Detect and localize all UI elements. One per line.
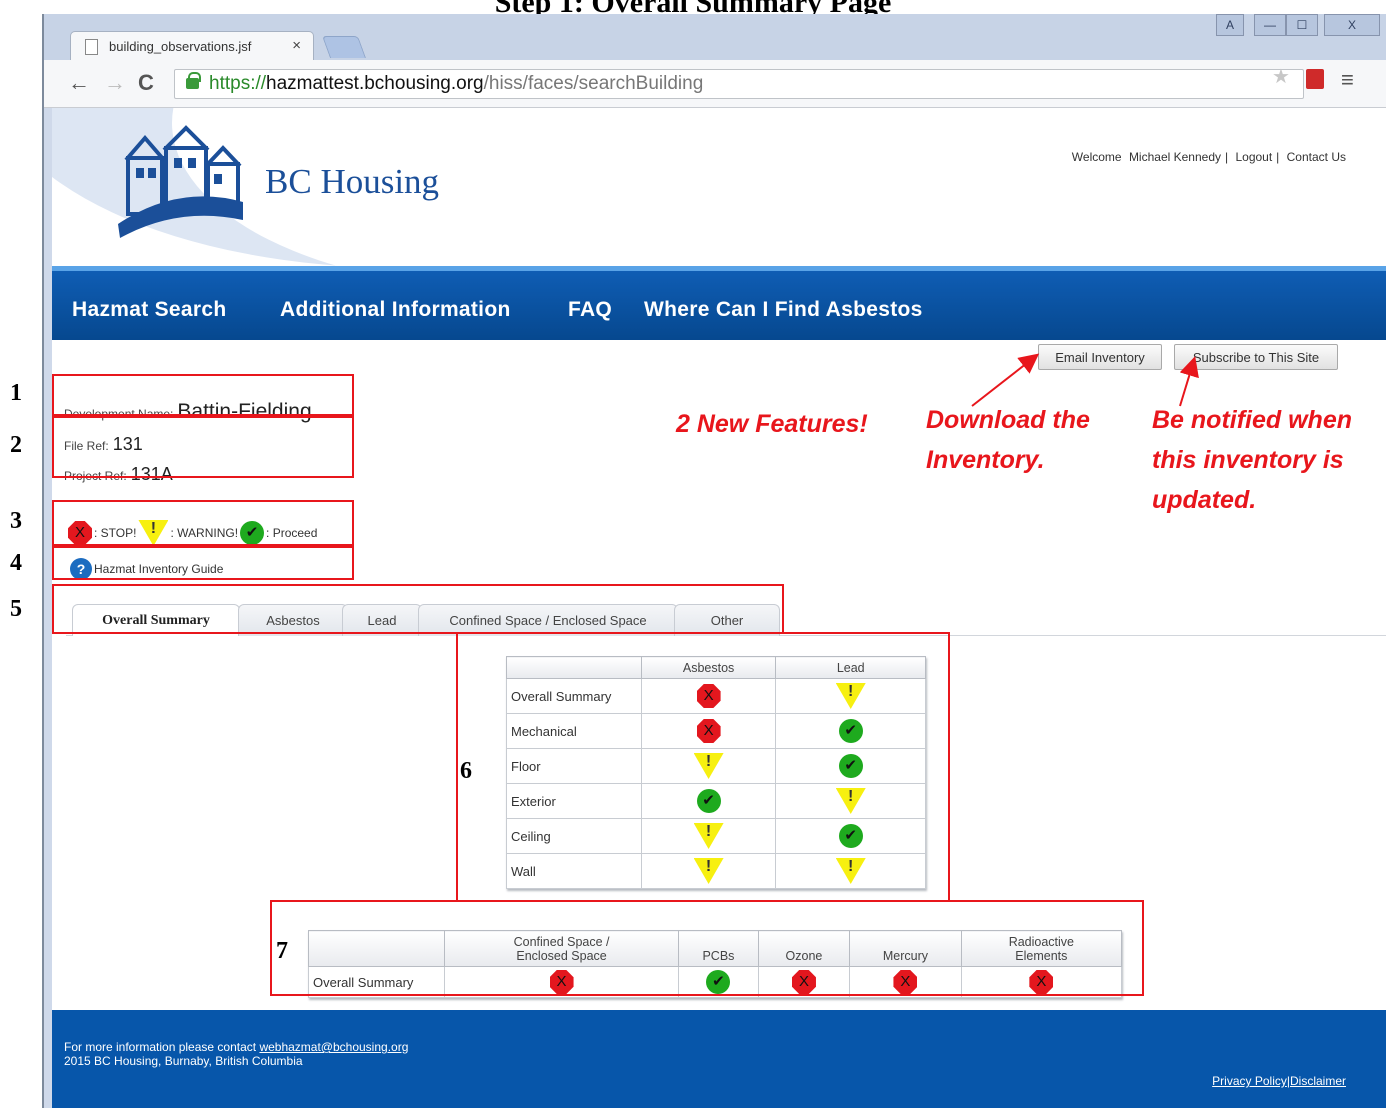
download-callout-line: Inventory. [926,446,1045,474]
annotation-number-1: 1 [10,380,22,406]
pdf-extension-icon[interactable] [1306,69,1324,89]
disclaimer-link[interactable]: Disclaimer [1290,1074,1346,1088]
annotation-box-5 [52,584,784,634]
site-footer: For more information please contact webh… [52,1010,1386,1108]
welcome-label: Welcome [1071,150,1122,164]
notify-callout-line: Be notified when [1152,406,1352,434]
separator: | [1276,150,1280,164]
maximize-button[interactable]: ☐ [1286,14,1318,36]
browser-tab-title: building_observations.jsf [109,39,252,54]
annotation-number-5: 5 [10,596,22,622]
nav-additional-information[interactable]: Additional Information [280,298,511,322]
footer-contact: For more information please contact webh… [64,1040,408,1054]
forward-arrow-icon[interactable]: → [104,72,126,94]
bc-housing-logo-icon[interactable] [108,124,248,244]
notify-callout-line: this inventory is [1152,446,1344,474]
welcome-bar: Welcome Michael Kennedy | Logout | Contact… [1068,150,1346,164]
email-inventory-button[interactable]: Email Inventory [1038,344,1162,370]
address-bar[interactable]: https://hazmattest.bchousing.org/hiss/fa… [174,69,1304,99]
privacy-policy-link[interactable]: Privacy Policy [1212,1074,1287,1088]
browser-tab[interactable]: building_observations.jsf × [70,31,314,61]
user-name: Michael Kennedy [1128,150,1221,164]
user-icon[interactable]: A [1216,14,1244,36]
notify-callout: Be notified when this inventory is updat… [1152,400,1352,520]
bookmark-star-icon[interactable]: ★ [1272,64,1290,89]
annotation-number-4: 4 [10,550,22,576]
annotation-number-6: 6 [460,758,472,784]
footer-contact-text: For more information please contact [64,1040,257,1054]
footer-links: Privacy Policy|Disclaimer [1212,1074,1346,1088]
lock-icon [186,72,201,89]
subscribe-button[interactable]: Subscribe to This Site [1174,344,1338,370]
annotation-number-2: 2 [10,432,22,458]
close-window-button[interactable]: X [1324,14,1380,36]
annotation-box-1 [52,374,354,416]
nav-hazmat-search[interactable]: Hazmat Search [72,298,226,322]
url-path: /hiss/faces/searchBuilding [483,73,704,94]
annotation-box-2 [52,416,354,478]
annotation-box-7 [270,900,1144,996]
document-icon [85,39,98,55]
brand-name: BC Housing [265,162,440,201]
reload-icon[interactable]: C [138,72,154,94]
download-callout-line: Download the [926,406,1090,434]
download-callout: Download the Inventory. [926,400,1090,480]
site-header: BC Housing Welcome Michael Kennedy | Logo… [52,108,1386,266]
url-host: hazmattest.bchousing.org [266,73,484,94]
tab-close-icon[interactable]: × [292,37,301,54]
new-features-callout: 2 New Features! [676,410,868,438]
contact-us-link[interactable]: Contact Us [1287,150,1346,164]
annotation-box-6 [456,632,950,902]
annotation-box-4 [52,546,354,580]
nav-where-asbestos[interactable]: Where Can I Find Asbestos [644,298,923,322]
notify-callout-line: updated. [1152,486,1257,514]
back-arrow-icon[interactable]: ← [68,72,90,94]
nav-faq[interactable]: FAQ [568,298,612,322]
separator: | [1225,150,1229,164]
annotation-number-3: 3 [10,508,22,534]
annotation-number-7: 7 [276,938,288,964]
browser-toolbar: ← → C https://hazmattest.bchousing.org/h… [44,60,1386,108]
main-nav: Hazmat Search Additional Information FAQ… [52,266,1386,340]
footer-email-link[interactable]: webhazmat@bchousing.org [259,1040,408,1054]
logout-link[interactable]: Logout [1235,150,1272,164]
annotation-box-3 [52,500,354,546]
url-scheme: https:// [209,73,267,94]
new-tab-button[interactable] [321,36,367,58]
minimize-button[interactable]: — [1254,14,1286,36]
footer-copyright: 2015 BC Housing, Burnaby, British Columb… [64,1054,303,1068]
menu-icon[interactable]: ≡ [1341,67,1354,93]
browser-tabstrip: building_observations.jsf × A — ☐ X [44,14,1386,61]
